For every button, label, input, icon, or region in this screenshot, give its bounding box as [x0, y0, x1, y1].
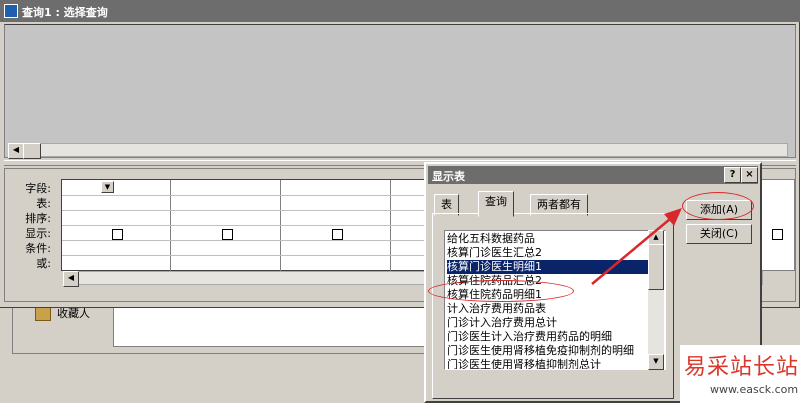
- show-checkbox[interactable]: [772, 229, 783, 240]
- help-button[interactable]: ?: [724, 167, 741, 183]
- grid-column-divider: [280, 180, 281, 272]
- annotation-circle: [428, 280, 574, 302]
- annotation-circle: [682, 192, 754, 220]
- list-vertical-scrollbar[interactable]: ▲ ▼: [648, 230, 664, 370]
- scroll-left-icon[interactable]: ◀: [8, 143, 24, 159]
- list-item[interactable]: 门诊计入治疗费用总计: [447, 316, 649, 330]
- scroll-left-icon[interactable]: ◀: [63, 271, 79, 287]
- dialog-title: 显示表: [432, 170, 465, 183]
- show-checkbox[interactable]: [332, 229, 343, 240]
- field-dropdown-icon[interactable]: ▼: [101, 181, 114, 193]
- query-window-icon: [4, 4, 18, 18]
- row-label-show: 显示:: [25, 227, 51, 240]
- form-field-icon: [35, 307, 51, 321]
- query-window-titlebar[interactable]: 查询1 : 选择查询: [0, 0, 800, 22]
- show-checkbox[interactable]: [222, 229, 233, 240]
- list-item[interactable]: 计入治疗费用药品表: [447, 302, 649, 316]
- table-pane-scrollbar[interactable]: ◀: [8, 143, 788, 159]
- watermark-url: www.easck.com: [710, 383, 799, 396]
- close-button[interactable]: 关闭(C): [686, 224, 752, 244]
- scroll-down-icon[interactable]: ▼: [648, 354, 664, 370]
- row-label-sort: 排序:: [25, 212, 51, 225]
- list-item[interactable]: 门诊医生使用肾移植抑制剂总计: [447, 358, 649, 369]
- show-checkbox[interactable]: [112, 229, 123, 240]
- list-item[interactable]: 门诊医生计入治疗费用药品的明细: [447, 330, 649, 344]
- watermark: 易采站长站 www.easck.com: [680, 345, 800, 403]
- dialog-titlebar[interactable]: 显示表 ? ×: [428, 166, 758, 184]
- row-label-criteria: 条件:: [25, 242, 51, 255]
- list-item[interactable]: 给化五科数据药品: [447, 232, 649, 246]
- grid-column-divider: [170, 180, 171, 272]
- watermark-logo-text: 易采站长站: [684, 355, 800, 380]
- scroll-thumb[interactable]: [23, 143, 41, 159]
- close-icon[interactable]: ×: [741, 167, 758, 183]
- scroll-thumb[interactable]: [648, 244, 664, 290]
- list-item[interactable]: 核算门诊医生汇总2: [447, 246, 649, 260]
- list-item-selected[interactable]: 核算门诊医生明细1: [447, 260, 649, 274]
- grid-column-divider: [390, 180, 391, 272]
- row-label-or: 或:: [36, 257, 51, 270]
- query-window-title: 查询1 : 选择查询: [22, 6, 108, 19]
- design-grid-overflow: [761, 179, 795, 271]
- tab-queries[interactable]: 查询: [478, 191, 514, 217]
- table-pane[interactable]: [4, 24, 796, 158]
- row-label-field: 字段:: [25, 182, 51, 195]
- form-field-box[interactable]: [113, 307, 433, 347]
- background-form: 收藏人: [12, 300, 482, 354]
- row-label-table: 表:: [36, 197, 51, 210]
- list-item[interactable]: 门诊医生使用肾移植免疫抑制剂的明细: [447, 344, 649, 358]
